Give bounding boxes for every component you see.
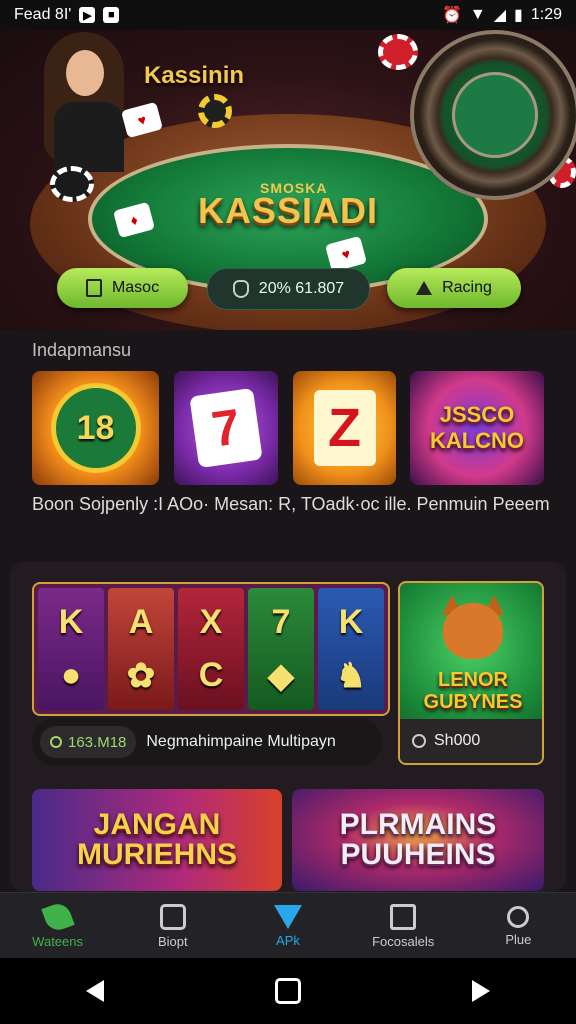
button-label: Masoc: [111, 279, 160, 296]
table-title: KASSIADI: [197, 190, 379, 231]
signal-icon: ◢: [493, 7, 507, 24]
slot-reel: XC: [178, 588, 244, 710]
button-label: Racing: [442, 279, 492, 296]
bottom-nav: Wateens Biopt APk Focosalels Plue: [0, 892, 576, 959]
leaf-icon: [40, 899, 75, 934]
fox-amount: Sh000: [434, 732, 481, 749]
card-icon: 7: [189, 387, 263, 469]
nav-item-focosalels[interactable]: Focosalels: [353, 903, 453, 949]
nav-item-plue[interactable]: Plue: [468, 905, 568, 947]
balance-button[interactable]: 20% 61.807: [207, 268, 370, 310]
section-title: Indapmansu: [32, 340, 132, 360]
nav-label: Focosalels: [372, 933, 435, 949]
fox-icon: [443, 603, 503, 659]
slot-reel: K ♞: [318, 588, 384, 710]
coin-icon: [50, 736, 62, 748]
game-tile[interactable]: 18: [32, 371, 159, 485]
slot-reel: K ●: [38, 588, 104, 710]
gem-icon: [273, 904, 302, 929]
roulette-wheel: [410, 30, 576, 200]
chip-icon: [198, 94, 232, 128]
person-icon: [507, 905, 530, 928]
promo-title: JANGAN MURIEHNS: [76, 808, 237, 871]
back-icon[interactable]: [85, 980, 104, 1002]
nav-label: Biopt: [157, 933, 188, 949]
chip-icon: [378, 34, 418, 70]
fox-title: LENOR GUBYNES: [423, 669, 523, 713]
promo-banner[interactable]: PLRMAINS PUUHEINS: [292, 789, 544, 891]
dealer-illustration: [24, 32, 144, 182]
wifi-icon: ▼: [469, 6, 486, 23]
shield-icon: [232, 280, 249, 298]
nav-label: Wateens: [32, 933, 83, 949]
slot-machine-tile[interactable]: K ● A ✿ XC 7 ◆ K ♞: [32, 582, 390, 716]
slot-reel: A ✿: [108, 588, 174, 710]
nav-item-wateens[interactable]: Wateens: [8, 899, 108, 949]
fox-game-tile[interactable]: LENOR GUBYNES Sh000: [398, 581, 544, 765]
status-time: Fead 8I': [14, 6, 72, 23]
status-bar: Fead 8I' ▶ ■ ⏰ ▼ ◢ ▮ 1:29: [0, 0, 576, 30]
coin-icon: [412, 734, 426, 748]
home-icon[interactable]: [274, 978, 301, 1004]
nav-label: APk: [276, 932, 300, 948]
check-icon: [390, 903, 417, 930]
notification-icon: ■: [103, 7, 120, 23]
nav-label: Plue: [505, 931, 532, 947]
battery-icon: ▮: [514, 7, 523, 24]
system-nav-bar: [0, 958, 576, 1024]
promo-banner[interactable]: JANGAN MURIEHNS: [32, 789, 282, 891]
notification-icon: ▶: [79, 7, 96, 23]
house-icon: [416, 281, 433, 295]
slot-reel: 7 ◆: [248, 588, 314, 710]
promo-title: PLRMAINS PUUHEINS: [339, 808, 497, 871]
slot-info-bar[interactable]: 163.M18 Negmahimpaine Multipayn: [32, 718, 382, 766]
game-tile[interactable]: Z: [293, 371, 396, 485]
status-clock: 1:29: [530, 6, 562, 23]
fox-amount-bar: Sh000: [400, 719, 542, 763]
masoc-button[interactable]: Masoc: [57, 268, 188, 308]
section-description: Boon Sojpenly :I AOo· Mesan: R, TOadk·oc…: [32, 494, 550, 514]
nav-item-apk[interactable]: APk: [238, 904, 338, 948]
game-tile[interactable]: JSSCO KALCNO: [410, 371, 544, 485]
tile-title: JSSCO KALCNO: [429, 402, 525, 453]
button-label: 20% 61.807: [258, 280, 345, 297]
recents-icon[interactable]: [472, 980, 491, 1002]
slot-badge: 163.M18: [40, 726, 137, 758]
hero-banner[interactable]: ♥ ♦ ♥ Kassinin SMOSKA KASSIADI Masoc 20%…: [0, 30, 576, 330]
slot-badge-text: 163.M18: [68, 733, 127, 751]
alarm-icon: ⏰: [441, 7, 462, 24]
chip-icon: [50, 166, 94, 202]
slot-title: Negmahimpaine Multipayn: [146, 733, 336, 750]
nav-item-biopt[interactable]: Biopt: [123, 903, 223, 949]
racing-button[interactable]: Racing: [387, 268, 521, 308]
game-tile[interactable]: 7: [174, 371, 278, 485]
brand-title: Kassinin: [144, 62, 245, 89]
dice-icon: [159, 903, 186, 930]
square-icon: [85, 279, 102, 297]
badge-icon: 18: [50, 383, 141, 473]
card-icon: Z: [313, 390, 376, 466]
